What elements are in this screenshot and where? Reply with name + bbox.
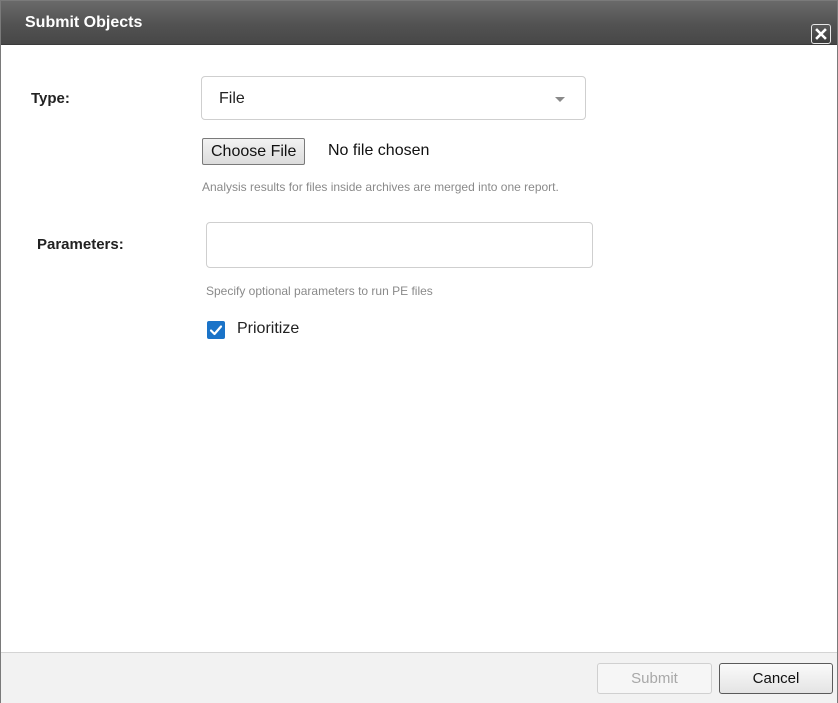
parameters-label: Parameters: (37, 236, 124, 253)
close-icon (815, 28, 827, 40)
dialog-footer: Submit Cancel (1, 652, 837, 703)
chevron-down-icon (555, 97, 565, 102)
file-status: No file chosen (328, 142, 430, 159)
type-label: Type: (31, 90, 70, 107)
checkmark-icon (209, 325, 223, 336)
type-select-value: File (219, 90, 245, 107)
parameters-hint: Specify optional parameters to run PE fi… (206, 284, 433, 298)
prioritize-label[interactable]: Prioritize (237, 320, 299, 338)
dialog-titlebar[interactable]: Submit Objects (1, 1, 837, 45)
dialog-title: Submit Objects (25, 14, 143, 31)
type-select[interactable]: File (201, 76, 586, 120)
prioritize-checkbox[interactable] (207, 321, 225, 339)
archive-hint: Analysis results for files inside archiv… (202, 180, 559, 194)
close-button[interactable] (811, 24, 831, 44)
choose-file-button[interactable]: Choose File (202, 138, 306, 165)
parameters-input[interactable] (206, 222, 593, 268)
submit-objects-dialog: Submit Objects Type: File Choose File No… (0, 0, 838, 703)
cancel-button[interactable]: Cancel (719, 663, 833, 694)
submit-button[interactable]: Submit (597, 663, 712, 694)
